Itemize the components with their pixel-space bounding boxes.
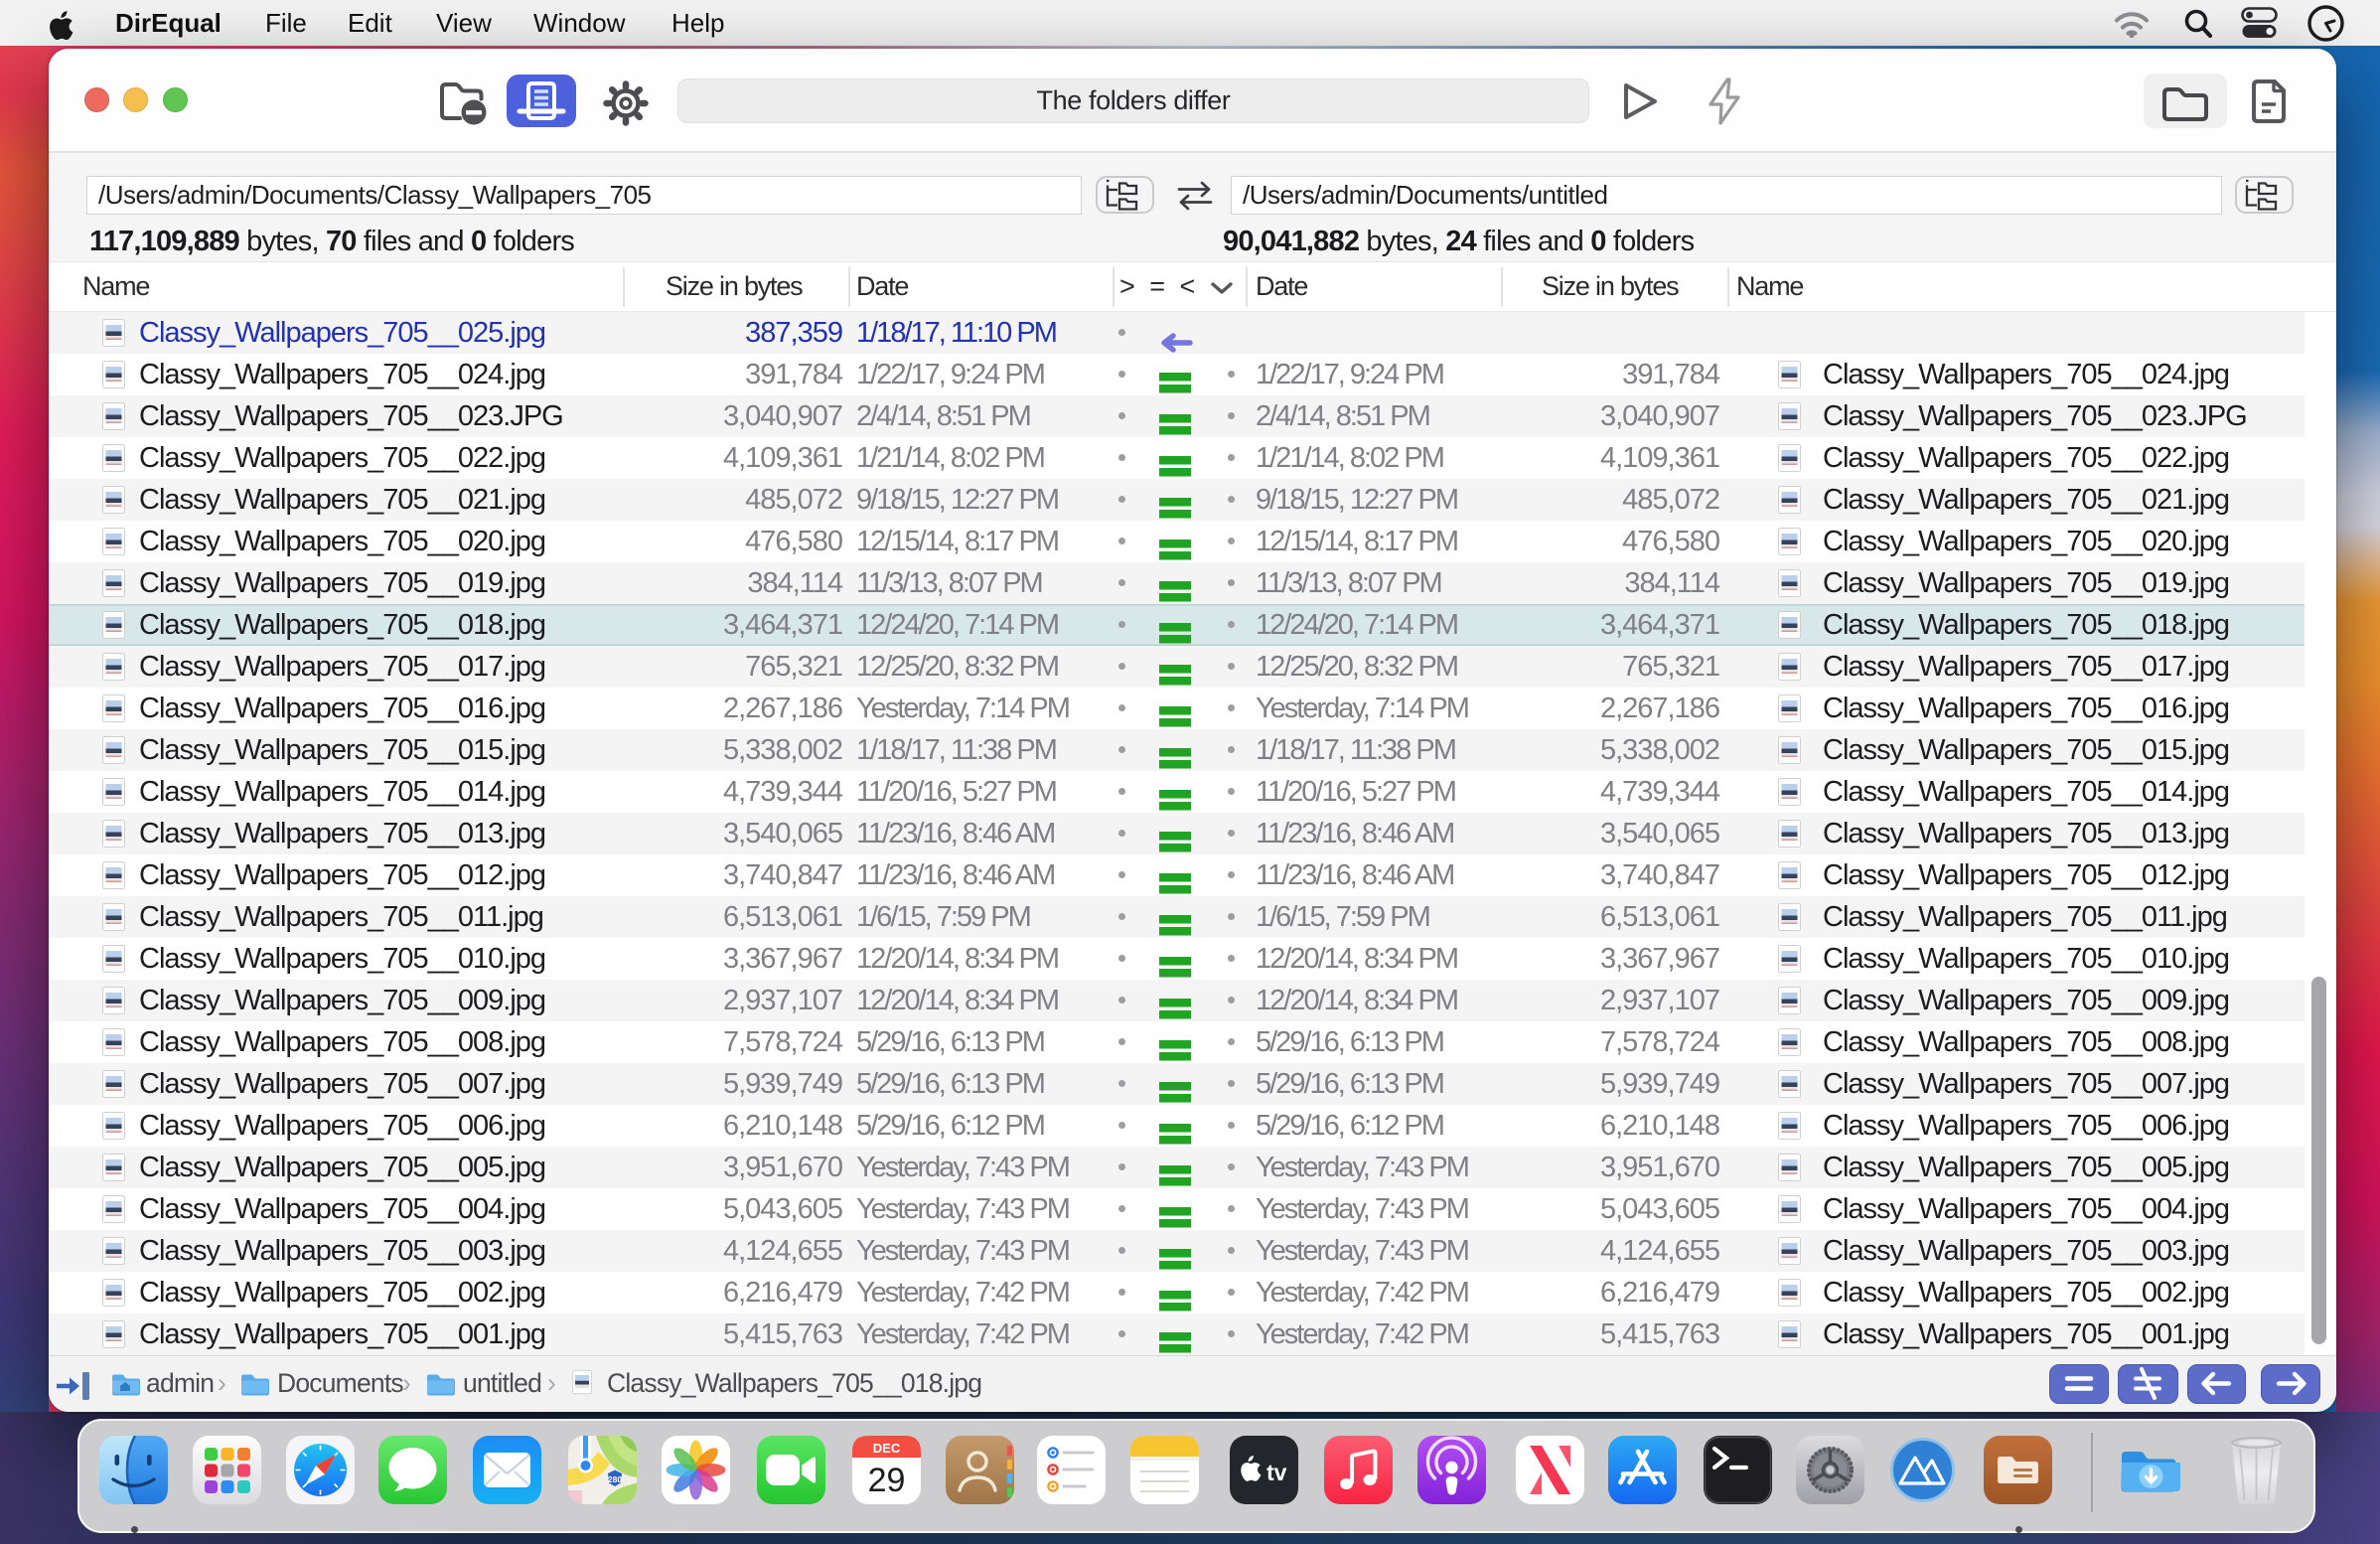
svg-text:DEC: DEC (873, 1441, 901, 1456)
svg-text:280: 280 (608, 1474, 622, 1484)
svg-text:tv: tv (1266, 1460, 1287, 1485)
svg-text:29: 29 (868, 1462, 906, 1499)
